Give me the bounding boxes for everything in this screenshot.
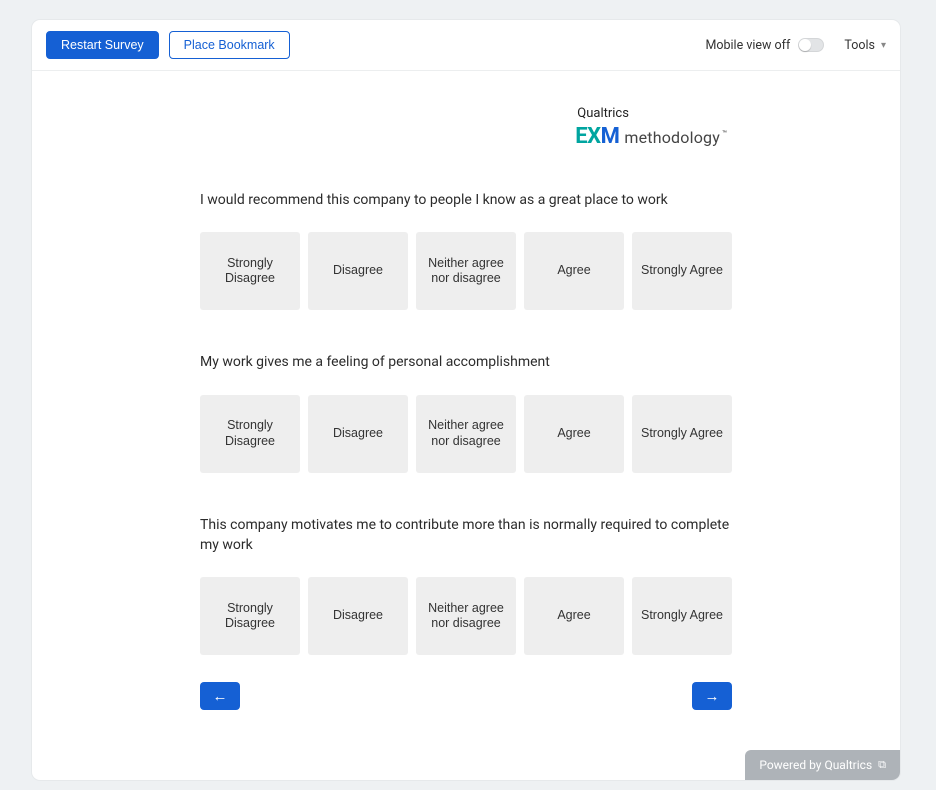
option-strongly-disagree[interactable]: Strongly Disagree (200, 232, 300, 310)
survey-preview-window: Restart Survey Place Bookmark Mobile vie… (32, 20, 900, 780)
option-neither[interactable]: Neither agree nor disagree (416, 395, 516, 473)
question-1: I would recommend this company to people… (200, 190, 732, 310)
option-disagree[interactable]: Disagree (308, 232, 408, 310)
next-button[interactable]: → (692, 682, 732, 710)
powered-by-label: Powered by Qualtrics (759, 758, 872, 772)
arrow-left-icon: ← (213, 688, 228, 705)
option-neither[interactable]: Neither agree nor disagree (416, 232, 516, 310)
tools-label: Tools (844, 38, 875, 53)
qualtrics-exm-logo: Qualtrics EXM methodology ™ (575, 106, 727, 149)
likert-options: Strongly Disagree Disagree Neither agree… (200, 395, 732, 473)
chevron-down-icon: ▾ (881, 40, 886, 51)
likert-options: Strongly Disagree Disagree Neither agree… (200, 232, 732, 310)
logo-methodology: methodology (624, 128, 720, 147)
option-neither[interactable]: Neither agree nor disagree (416, 577, 516, 655)
restart-survey-button[interactable]: Restart Survey (46, 31, 159, 60)
option-strongly-agree[interactable]: Strongly Agree (632, 577, 732, 655)
option-strongly-disagree[interactable]: Strongly Disagree (200, 577, 300, 655)
option-agree[interactable]: Agree (524, 577, 624, 655)
option-strongly-disagree[interactable]: Strongly Disagree (200, 395, 300, 473)
logo-trademark: ™ (722, 129, 727, 138)
arrow-right-icon: → (705, 688, 720, 705)
option-disagree[interactable]: Disagree (308, 395, 408, 473)
tools-dropdown[interactable]: Tools ▾ (844, 38, 886, 53)
logo-company: Qualtrics (577, 106, 727, 121)
question-text: I would recommend this company to people… (200, 190, 732, 210)
logo-ex: EX (575, 124, 600, 149)
logo-m: M (601, 124, 620, 149)
mobile-view-toggle[interactable] (798, 38, 824, 52)
mobile-view-label: Mobile view off (705, 38, 790, 53)
survey-body: Qualtrics EXM methodology ™ I would reco… (32, 71, 900, 780)
toggle-knob (799, 39, 811, 51)
question-2: My work gives me a feeling of personal a… (200, 352, 732, 472)
option-disagree[interactable]: Disagree (308, 577, 408, 655)
option-agree[interactable]: Agree (524, 395, 624, 473)
option-agree[interactable]: Agree (524, 232, 624, 310)
option-strongly-agree[interactable]: Strongly Agree (632, 395, 732, 473)
question-text: This company motivates me to contribute … (200, 515, 732, 556)
previous-button[interactable]: ← (200, 682, 240, 710)
likert-options: Strongly Disagree Disagree Neither agree… (200, 577, 732, 655)
question-text: My work gives me a feeling of personal a… (200, 352, 732, 372)
place-bookmark-button[interactable]: Place Bookmark (169, 31, 290, 60)
preview-toolbar: Restart Survey Place Bookmark Mobile vie… (32, 20, 900, 71)
external-link-icon: ⧉ (878, 758, 886, 772)
question-3: This company motivates me to contribute … (200, 515, 732, 656)
option-strongly-agree[interactable]: Strongly Agree (632, 232, 732, 310)
powered-by-qualtrics-link[interactable]: Powered by Qualtrics ⧉ (745, 750, 900, 780)
questions-container: I would recommend this company to people… (200, 190, 732, 697)
